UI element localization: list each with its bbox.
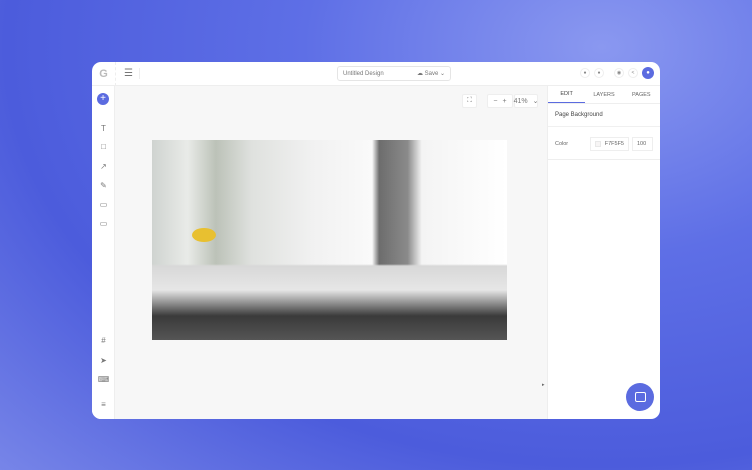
zoom-in-button[interactable]: + bbox=[503, 98, 507, 105]
chat-button[interactable] bbox=[626, 383, 654, 411]
color-swatch[interactable] bbox=[594, 141, 601, 147]
settings-sliders-icon[interactable]: ≡ bbox=[92, 400, 115, 409]
grid-icon[interactable]: # bbox=[92, 336, 115, 345]
arrow-tool-icon[interactable]: ↗ bbox=[92, 162, 115, 171]
shape-tool-icon[interactable]: □ bbox=[92, 142, 115, 151]
design-title[interactable]: Untitled Design bbox=[343, 71, 384, 77]
color-value: F7F5F5 bbox=[604, 141, 624, 147]
avatar[interactable]: ● bbox=[642, 67, 654, 79]
add-button[interactable]: + bbox=[97, 93, 109, 105]
fit-screen-icon[interactable]: ⛶ bbox=[462, 94, 477, 108]
color-input[interactable]: F7F5F5 bbox=[589, 137, 629, 151]
collapse-panel-icon[interactable]: ▸ bbox=[542, 382, 545, 388]
save-button[interactable]: ☁ Save ⌄ bbox=[417, 70, 445, 77]
kitchen-photo[interactable] bbox=[152, 140, 507, 340]
section-title: Page Background bbox=[548, 104, 660, 127]
comment-icon[interactable]: ● bbox=[594, 68, 604, 78]
app-logo[interactable]: G bbox=[92, 62, 116, 86]
tab-layers[interactable]: LAYERS bbox=[585, 86, 622, 103]
zoom-controls: − + bbox=[487, 94, 513, 108]
chat-icon bbox=[634, 392, 646, 402]
keyboard-icon[interactable]: ⌨ bbox=[92, 375, 115, 384]
opacity-input[interactable]: 100 bbox=[632, 137, 653, 151]
tab-edit[interactable]: EDIT bbox=[548, 86, 586, 103]
zoom-select[interactable]: 41% ⌄ bbox=[514, 94, 538, 108]
share-icon[interactable]: < bbox=[628, 68, 638, 78]
editor-window: G ☰ Untitled Design ☁ Save ⌄ ● ● ◉ < ● +… bbox=[92, 62, 660, 419]
save-label: Save bbox=[424, 71, 439, 77]
pointer-icon[interactable]: ➤ bbox=[92, 356, 115, 365]
canvas[interactable]: ⛶ − + 41% ⌄ ▸ bbox=[115, 86, 547, 419]
menu-icon[interactable]: ☰ bbox=[124, 68, 140, 79]
flowers bbox=[192, 228, 216, 242]
left-toolbar: + T □ ↗ ✎ ▭ ▭ # ➤ ⌨ ≡ bbox=[92, 86, 115, 419]
properties-panel: EDIT LAYERS PAGES Page Background Color … bbox=[547, 86, 660, 419]
zoom-level: 41% bbox=[513, 97, 528, 105]
preview-icon[interactable]: ◉ bbox=[614, 68, 624, 78]
tab-pages[interactable]: PAGES bbox=[623, 86, 660, 103]
zoom-out-button[interactable]: − bbox=[493, 98, 497, 105]
pen-tool-icon[interactable]: ✎ bbox=[92, 181, 115, 190]
top-bar: G ☰ Untitled Design ☁ Save ⌄ ● ● ◉ < ● bbox=[92, 62, 660, 86]
color-label: Color bbox=[555, 141, 569, 147]
design-title-field[interactable]: Untitled Design ☁ Save ⌄ bbox=[337, 66, 451, 81]
image-tool-icon[interactable]: ▭ bbox=[92, 200, 115, 209]
text-tool-icon[interactable]: T bbox=[92, 124, 115, 133]
button-tool-icon[interactable]: ▭ bbox=[92, 219, 115, 228]
record-icon[interactable]: ● bbox=[580, 68, 590, 78]
